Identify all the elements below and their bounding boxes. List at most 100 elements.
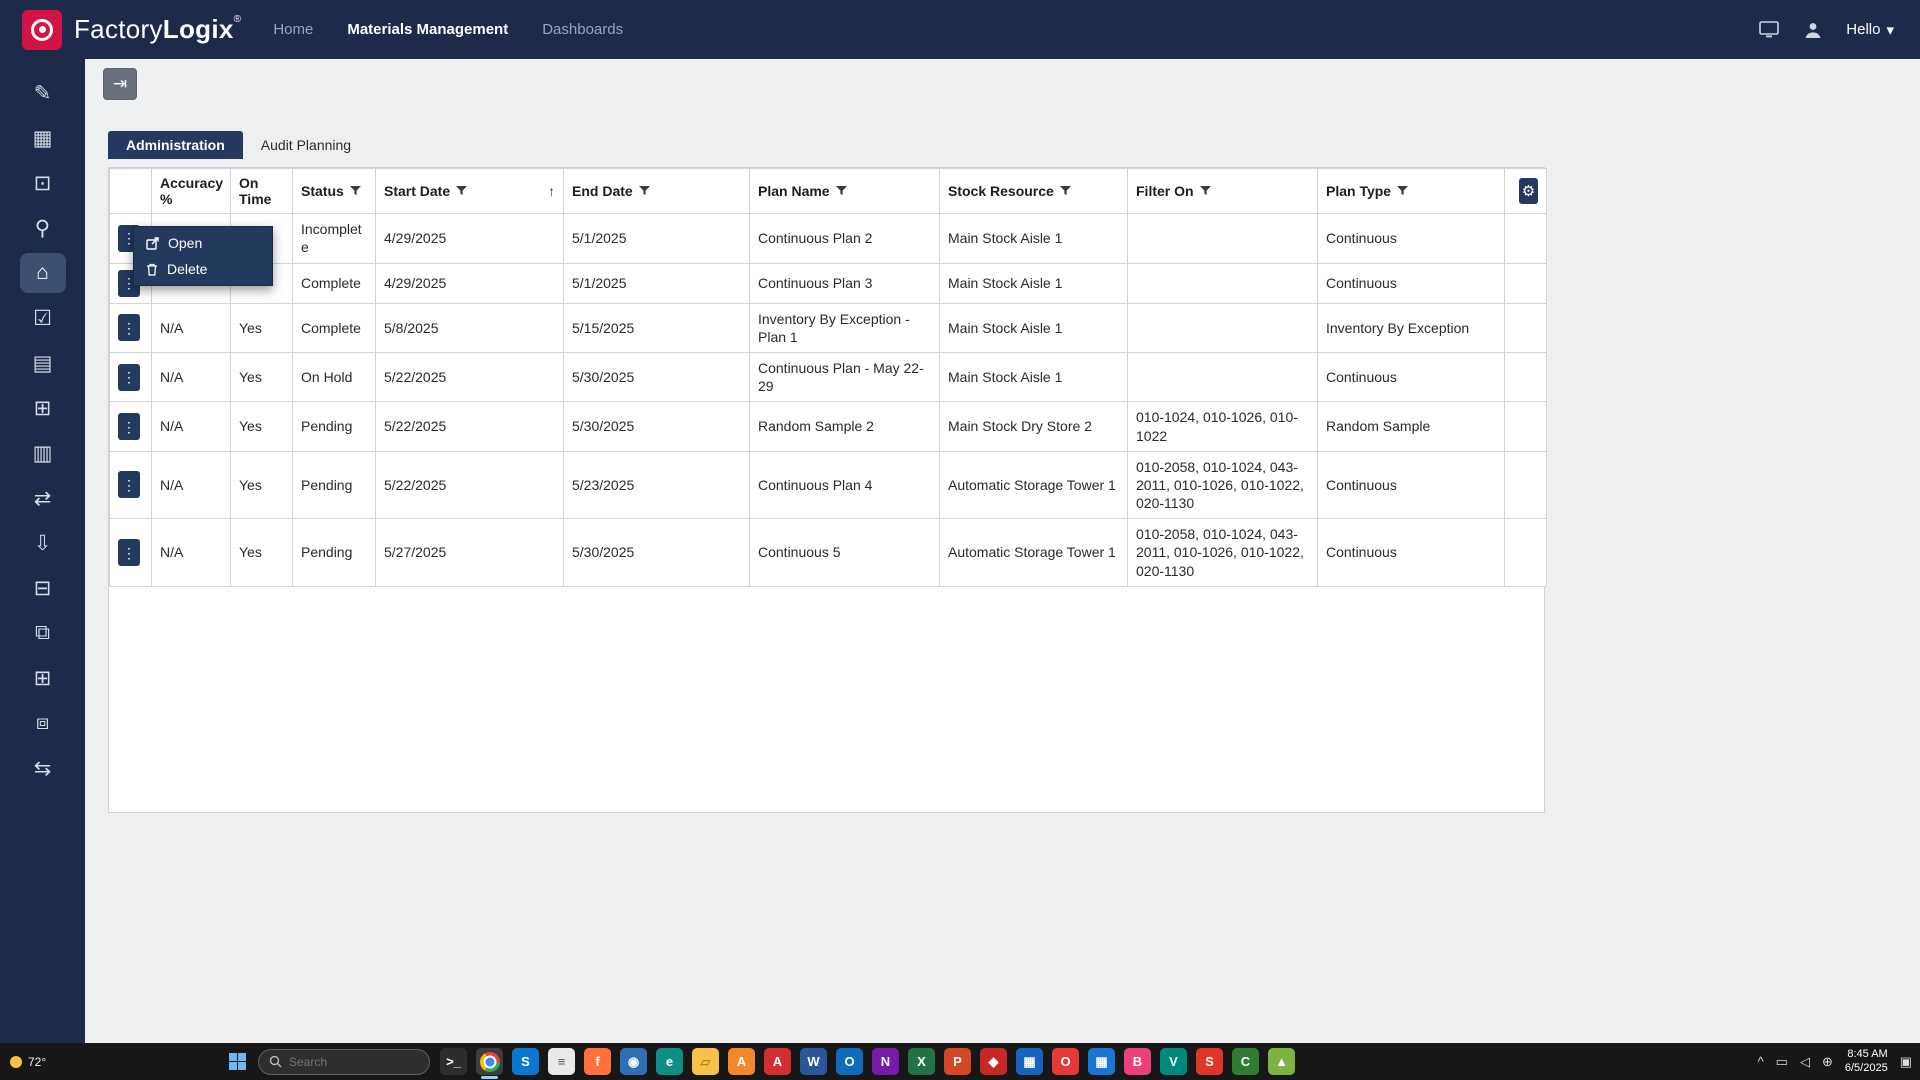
col-label: Filter On (1136, 183, 1194, 199)
col-header-plan-type[interactable]: Plan Type (1318, 169, 1505, 214)
col-header-plan-name[interactable]: Plan Name (750, 169, 940, 214)
sidebar-item-receive-icon[interactable]: ⇩ (20, 523, 66, 563)
hello-menu[interactable]: Hello▾ (1846, 21, 1894, 39)
taskbar-app-onenote-icon[interactable]: N (872, 1048, 899, 1075)
collapse-panel-button[interactable]: ⇥ (103, 68, 137, 100)
taskbar-app-opera-icon[interactable]: O (1052, 1048, 1079, 1075)
taskbar-app-notepad-icon[interactable]: ≡ (548, 1048, 575, 1075)
taskbar-app-illustrator-icon[interactable]: A (728, 1048, 755, 1075)
row-menu-button[interactable]: ⋮ (118, 471, 140, 498)
col-header-filter-on[interactable]: Filter On (1128, 169, 1318, 214)
taskbar-app-android-app-icon[interactable]: ▲ (1268, 1048, 1295, 1075)
row-context-menu: Open Delete (133, 226, 273, 286)
cell-end-date: 5/1/2025 (564, 263, 750, 303)
sidebar-item-documents-icon[interactable]: ▤ (20, 343, 66, 383)
taskbar-app-folder-icon[interactable]: ▱ (692, 1048, 719, 1075)
row-menu-button[interactable]: ⋮ (118, 364, 140, 391)
filter-icon[interactable] (836, 186, 847, 196)
taskbar-app-firefox-icon[interactable]: f (584, 1048, 611, 1075)
weather-widget[interactable]: 72° (10, 1055, 220, 1069)
cell-on-time: Yes (231, 519, 293, 587)
sidebar-item-barcode-icon[interactable]: ▥ (20, 433, 66, 473)
filter-icon[interactable] (639, 186, 650, 196)
row-menu-button[interactable]: ⋮ (118, 539, 140, 566)
sidebar-item-edit-icon[interactable]: ✎ (20, 73, 66, 113)
taskbar-app-safari-icon[interactable]: ◉ (620, 1048, 647, 1075)
row-menu-button[interactable]: ⋮ (118, 314, 140, 341)
pink-app-icon: B (1133, 1054, 1142, 1069)
cell-end-date: 5/30/2025 (564, 352, 750, 401)
nav-materials-management[interactable]: Materials Management (347, 21, 508, 38)
table-row: ⋮N/AYesPending5/22/20255/30/2025Random S… (110, 402, 1547, 451)
tray-display-icon[interactable]: ▭ (1776, 1054, 1788, 1070)
taskbar-app-outlook-icon[interactable]: O (836, 1048, 863, 1075)
col-header-settings[interactable]: ⚙ (1505, 169, 1547, 214)
taskbar-app-pink-app-icon[interactable]: B (1124, 1048, 1151, 1075)
cell-spacer (1505, 402, 1547, 451)
col-header-stock-resource[interactable]: Stock Resource (940, 169, 1128, 214)
start-button[interactable] (220, 1047, 254, 1077)
user-icon[interactable] (1802, 19, 1824, 41)
taskbar-app-word-icon[interactable]: W (800, 1048, 827, 1075)
sidebar-item-camera-icon[interactable]: ⊡ (20, 163, 66, 203)
cell-plan-name: Continuous Plan 3 (750, 263, 940, 303)
taskbar-app-terminal-icon[interactable]: >_ (440, 1048, 467, 1075)
col-header-end-date[interactable]: End Date (564, 169, 750, 214)
sidebar-item-search-scan-icon[interactable]: ⚲ (20, 208, 66, 248)
cell-accuracy: N/A (152, 451, 231, 519)
search-input[interactable] (289, 1055, 409, 1069)
sidebar-item-layout-icon[interactable]: ⧈ (20, 703, 66, 743)
monitor-icon[interactable] (1758, 19, 1780, 41)
taskbar-app-chrome-icon[interactable] (476, 1048, 503, 1075)
nav-home[interactable]: Home (273, 21, 313, 38)
taskbar-app-excel-icon[interactable]: X (908, 1048, 935, 1075)
taskbar-app-sheets-icon[interactable]: ▦ (1088, 1048, 1115, 1075)
sidebar-item-warehouse-icon[interactable]: ⌂ (20, 253, 66, 293)
column-settings-button[interactable]: ⚙ (1519, 178, 1538, 204)
cell-stock-resource: Main Stock Aisle 1 (940, 263, 1128, 303)
taskbar-app-teal-app-icon[interactable]: V (1160, 1048, 1187, 1075)
filter-icon[interactable] (350, 186, 361, 196)
sidebar-item-quality-check-icon[interactable]: ☑ (20, 298, 66, 338)
sidebar-item-box-transfer-icon[interactable]: ⇄ (20, 478, 66, 518)
sidebar-item-table-edit-icon[interactable]: ⧉ (20, 613, 66, 653)
taskbar-clock[interactable]: 8:45 AM 6/5/2025 (1845, 1048, 1888, 1076)
row-menu-button[interactable]: ⋮ (118, 413, 140, 440)
filter-icon[interactable] (1060, 186, 1071, 196)
col-header-status[interactable]: Status (293, 169, 376, 214)
col-header-start-date[interactable]: Start Date↑ (376, 169, 564, 214)
production-grid-icon: ▦ (33, 126, 53, 151)
taskbar-app-green-app-icon[interactable]: C (1232, 1048, 1259, 1075)
cell-filter-on: 010-2058, 010-1024, 043-2011, 010-1026, … (1128, 451, 1318, 519)
taskbar-search[interactable] (258, 1049, 430, 1075)
taskbar-app-skype-icon[interactable]: S (512, 1048, 539, 1075)
nav-dashboards[interactable]: Dashboards (542, 21, 623, 38)
sidebar-item-printer-icon[interactable]: ⊟ (20, 568, 66, 608)
sidebar-item-box-add-icon[interactable]: ⊞ (20, 388, 66, 428)
taskbar-app-acrobat-icon[interactable]: A (764, 1048, 791, 1075)
context-menu-delete[interactable]: Delete (134, 256, 272, 282)
tab-audit-planning[interactable]: Audit Planning (243, 131, 369, 159)
filter-icon[interactable] (1397, 186, 1408, 196)
filter-icon[interactable] (1200, 186, 1211, 196)
taskbar-app-calendar-icon[interactable]: ▦ (1016, 1048, 1043, 1075)
filter-icon[interactable] (456, 186, 467, 196)
taskbar-app-powerpoint-icon[interactable]: P (944, 1048, 971, 1075)
col-label: Plan Name (758, 183, 830, 199)
tray-speaker-icon[interactable]: ◁ (1800, 1054, 1810, 1070)
tray-chevron-icon[interactable]: ^ (1758, 1054, 1764, 1069)
taskbar-app-edge-icon[interactable]: e (656, 1048, 683, 1075)
tab-administration[interactable]: Administration (108, 131, 243, 159)
col-label: Stock Resource (948, 183, 1054, 199)
taskbar-app-diamond-app-icon[interactable]: ◆ (980, 1048, 1007, 1075)
context-menu-open[interactable]: Open (134, 230, 272, 256)
sidebar-item-production-grid-icon[interactable]: ▦ (20, 118, 66, 158)
sidebar-item-table-add-icon[interactable]: ⊞ (20, 658, 66, 698)
cell-spacer (1505, 303, 1547, 352)
taskbar-app-red-app-icon[interactable]: S (1196, 1048, 1223, 1075)
tray-network-icon[interactable]: ⊕ (1822, 1054, 1833, 1070)
notification-center-icon[interactable]: ▣ (1900, 1054, 1912, 1070)
sort-ascending-icon[interactable]: ↑ (548, 183, 555, 199)
sidebar-item-layout-swap-icon[interactable]: ⇆ (20, 748, 66, 788)
cell-status: On Hold (293, 352, 376, 401)
